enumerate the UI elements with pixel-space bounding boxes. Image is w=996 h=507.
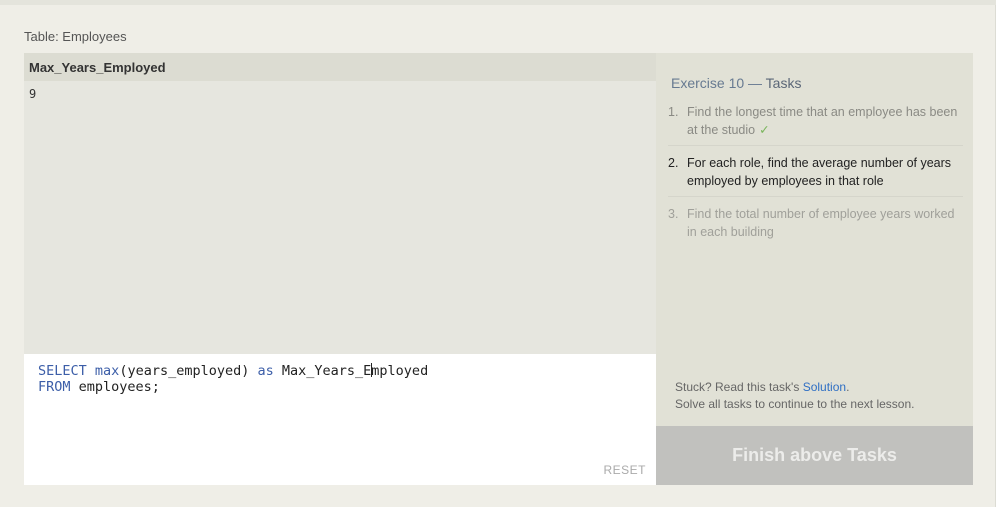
keyword-from: FROM [38, 379, 71, 395]
checkmark-icon: ✓ [759, 123, 770, 137]
keyword-select: SELECT [38, 363, 87, 379]
tasks-title: Exercise 10 — Tasks [671, 75, 801, 91]
task-item-3: 3. Find the total number of employee yea… [668, 205, 963, 247]
task-list: 1. Find the longest time that an employe… [668, 103, 963, 255]
task-number: 2. [668, 156, 679, 170]
function-max: max [94, 363, 120, 379]
keyword-as: as [257, 363, 274, 379]
finish-tasks-button[interactable]: Finish above Tasks [656, 426, 973, 485]
query-table: employees; [70, 379, 160, 395]
task-number: 3. [668, 207, 679, 221]
task-description: Find the total number of employee years … [687, 207, 955, 239]
result-cell: 9 [29, 87, 37, 101]
task-item-1: 1. Find the longest time that an employe… [668, 103, 963, 146]
results-table: Max_Years_Employed 9 [24, 53, 656, 354]
query-alias-start: Max_Years_E [273, 363, 372, 379]
help-suffix: . [846, 380, 850, 394]
table-label: Table: Employees [24, 29, 127, 44]
query-editor[interactable]: SELECT max(years_employed) as Max_Years_… [24, 354, 656, 485]
help-text: Stuck? Read this task's Solution. Solve … [675, 379, 914, 413]
help-prefix: Stuck? Read this task's [675, 380, 803, 394]
query-alias-end: mployed [371, 363, 429, 379]
query-text: (years_employed) [119, 363, 258, 379]
exercise-number: Exercise 10 — [671, 75, 766, 91]
task-item-2: 2. For each role, find the average numbe… [668, 154, 963, 197]
tasks-panel: Exercise 10 — Tasks 1. Find the longest … [656, 53, 973, 426]
task-description: Find the longest time that an employee h… [687, 105, 958, 137]
tasks-heading: Tasks [765, 75, 802, 91]
help-line-2: Solve all tasks to continue to the next … [675, 397, 915, 411]
reset-button[interactable]: RESET [603, 463, 646, 477]
column-header: Max_Years_Employed [24, 53, 656, 81]
task-number: 1. [668, 105, 679, 119]
lesson-page: Table: Employees Max_Years_Employed 9 SE… [0, 5, 996, 507]
task-text: Find the longest time that an employee h… [687, 103, 963, 139]
query-code[interactable]: SELECT max(years_employed) as Max_Years_… [38, 363, 428, 395]
solution-link[interactable]: Solution [803, 380, 846, 394]
task-description: For each role, find the average number o… [687, 156, 952, 188]
